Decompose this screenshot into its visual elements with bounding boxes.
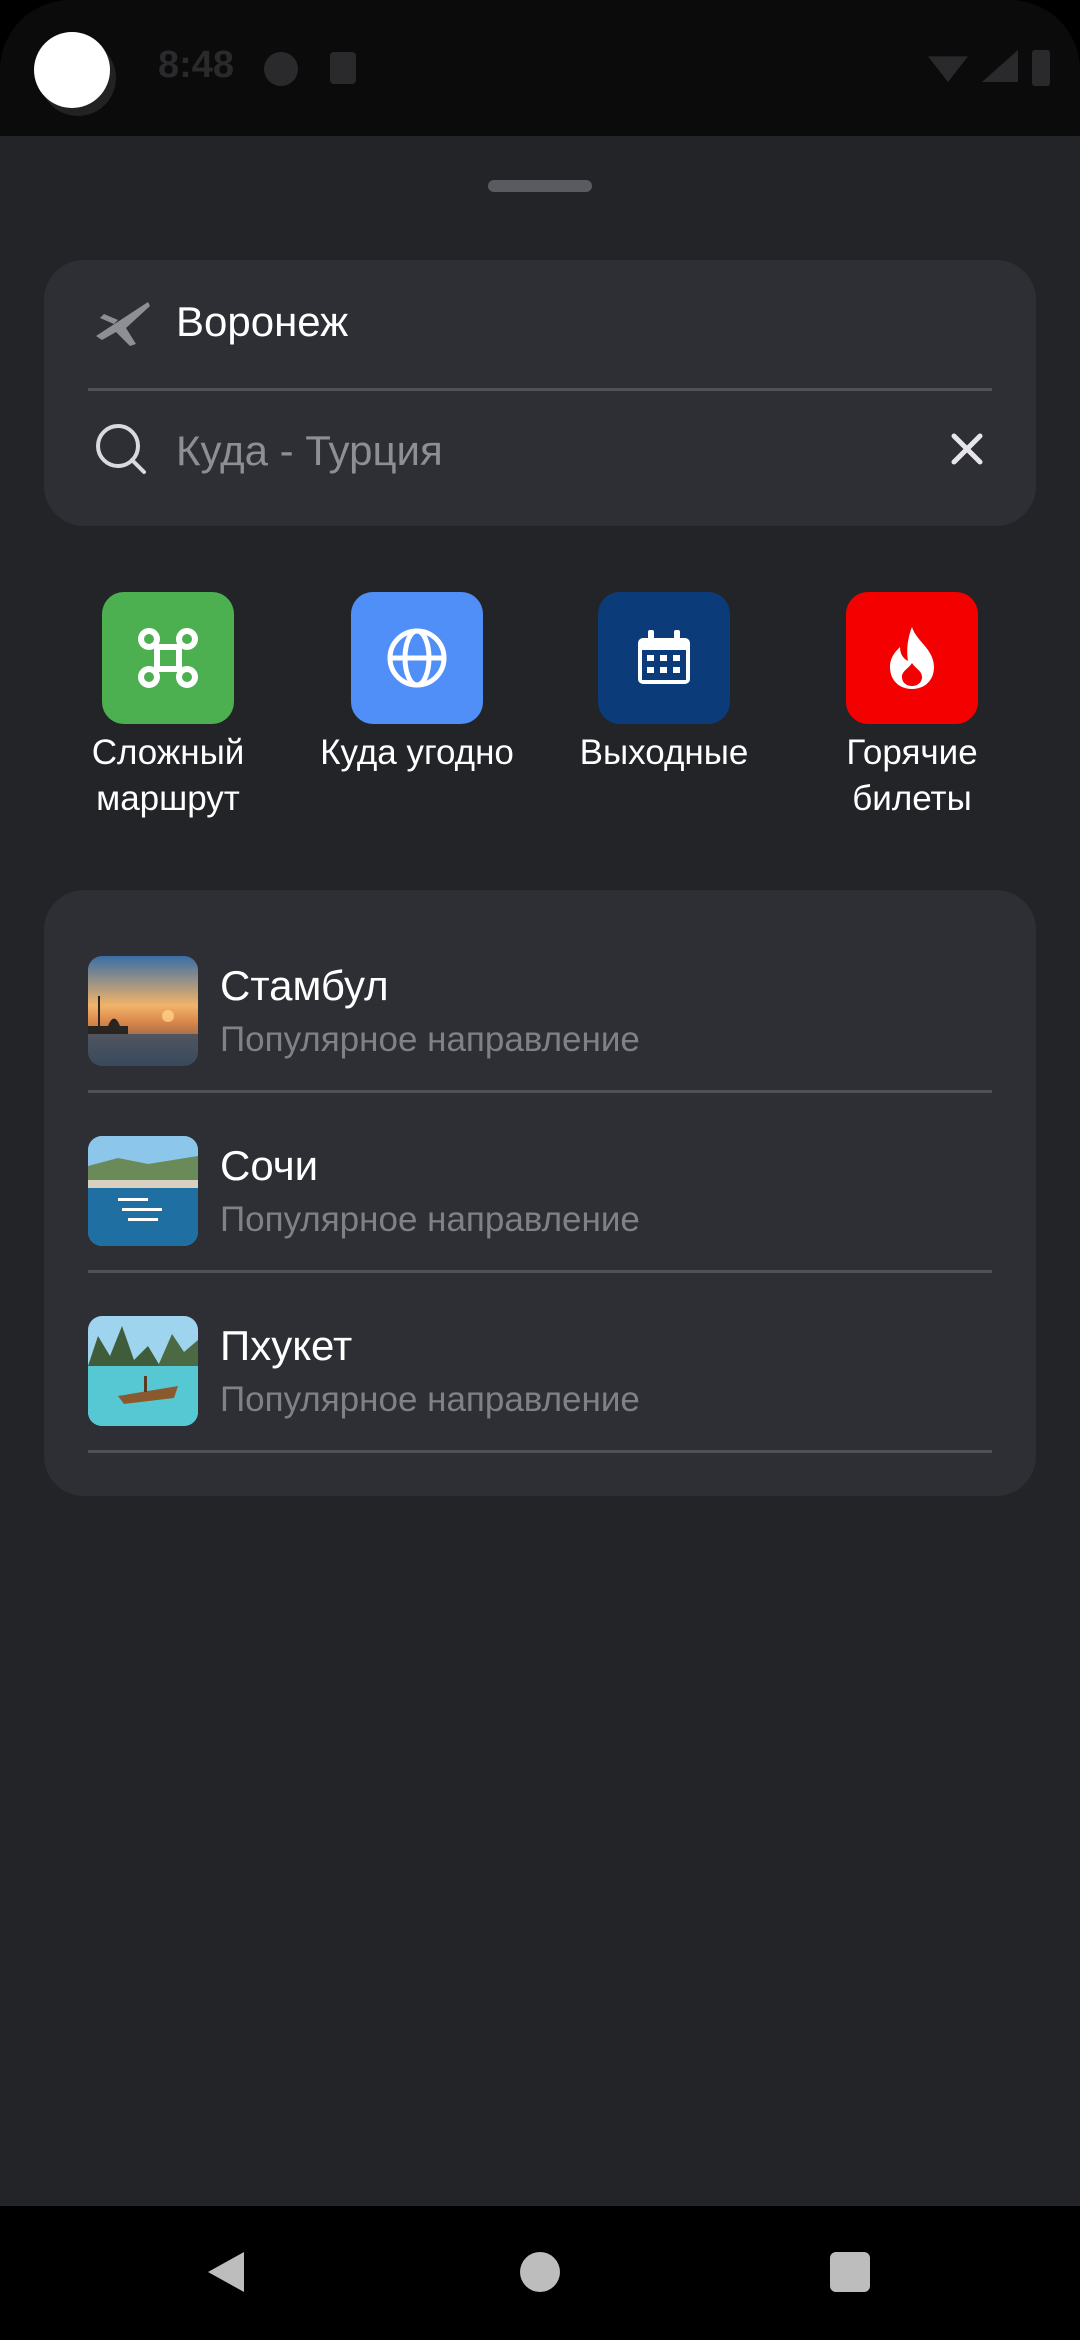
quick-action-hot-tickets[interactable]: Горячие билеты <box>792 592 1032 822</box>
list-item[interactable]: Стамбул Популярное направление <box>88 956 992 1136</box>
status-time: 8:48 <box>158 44 235 86</box>
destination-row <box>44 392 1036 526</box>
popular-destinations: Стамбул Популярное направление Сочи Попу… <box>44 890 1036 1496</box>
istanbul-thumbnail <box>88 956 198 1066</box>
wifi-icon <box>928 56 968 82</box>
clear-icon[interactable] <box>938 420 996 478</box>
list-divider <box>88 1450 992 1453</box>
command-icon <box>102 592 234 724</box>
quick-actions: Сложный маршрут Куда угодно Выходные Гор… <box>0 592 1080 832</box>
sochi-thumbnail <box>88 1136 198 1246</box>
search-icon <box>96 424 146 474</box>
list-divider <box>88 1270 992 1273</box>
quick-action-anywhere[interactable]: Куда угодно <box>297 592 537 776</box>
signal-icon <box>982 50 1018 82</box>
camera-cutout <box>34 32 110 108</box>
phuket-thumbnail <box>88 1316 198 1426</box>
airplane-icon <box>96 302 150 346</box>
origin-field[interactable]: Воронеж <box>44 260 1036 388</box>
back-icon[interactable] <box>206 2250 246 2294</box>
origin-city: Воронеж <box>176 298 349 345</box>
notification-icon <box>264 52 298 86</box>
destination-name: Стамбул <box>220 962 389 1009</box>
battery-icon <box>1032 50 1050 86</box>
home-icon[interactable] <box>520 2252 560 2292</box>
destination-name: Пхукет <box>220 1322 353 1369</box>
destination-name: Сочи <box>220 1142 319 1189</box>
sheet-drag-handle[interactable] <box>488 180 592 192</box>
search-divider <box>88 388 992 391</box>
quick-action-weekends[interactable]: Выходные <box>544 592 784 776</box>
fire-icon <box>846 592 978 724</box>
recent-apps-icon[interactable] <box>830 2252 870 2292</box>
destination-input[interactable] <box>176 416 876 486</box>
quick-action-label: Горячие билеты <box>846 733 978 818</box>
quick-action-complex-route[interactable]: Сложный маршрут <box>48 592 288 822</box>
quick-action-label: Сложный маршрут <box>91 733 245 818</box>
destination-subtitle: Популярное направление <box>220 1380 640 1419</box>
status-icons <box>928 50 1050 86</box>
list-item[interactable]: Пхукет Популярное направление <box>88 1316 992 1496</box>
quick-action-label: Выходные <box>579 733 749 772</box>
list-divider <box>88 1090 992 1093</box>
calendar-icon <box>598 592 730 724</box>
list-item[interactable]: Сочи Популярное направление <box>88 1136 992 1316</box>
phone-screen: 8:48 Воронеж Куда - Турция Сложный маршр… <box>0 0 1080 2340</box>
system-navigation-bar <box>0 2206 1080 2340</box>
quick-action-label: Куда угодно <box>320 733 514 772</box>
destination-subtitle: Популярное направление <box>220 1200 640 1239</box>
search-sheet: Воронеж Куда - Турция Сложный маршрут Ку… <box>0 136 1080 2206</box>
sim-card-icon <box>330 52 356 84</box>
status-bar: 8:48 <box>0 0 1080 136</box>
globe-icon <box>351 592 483 724</box>
search-card: Воронеж <box>44 260 1036 526</box>
destination-subtitle: Популярное направление <box>220 1020 640 1059</box>
